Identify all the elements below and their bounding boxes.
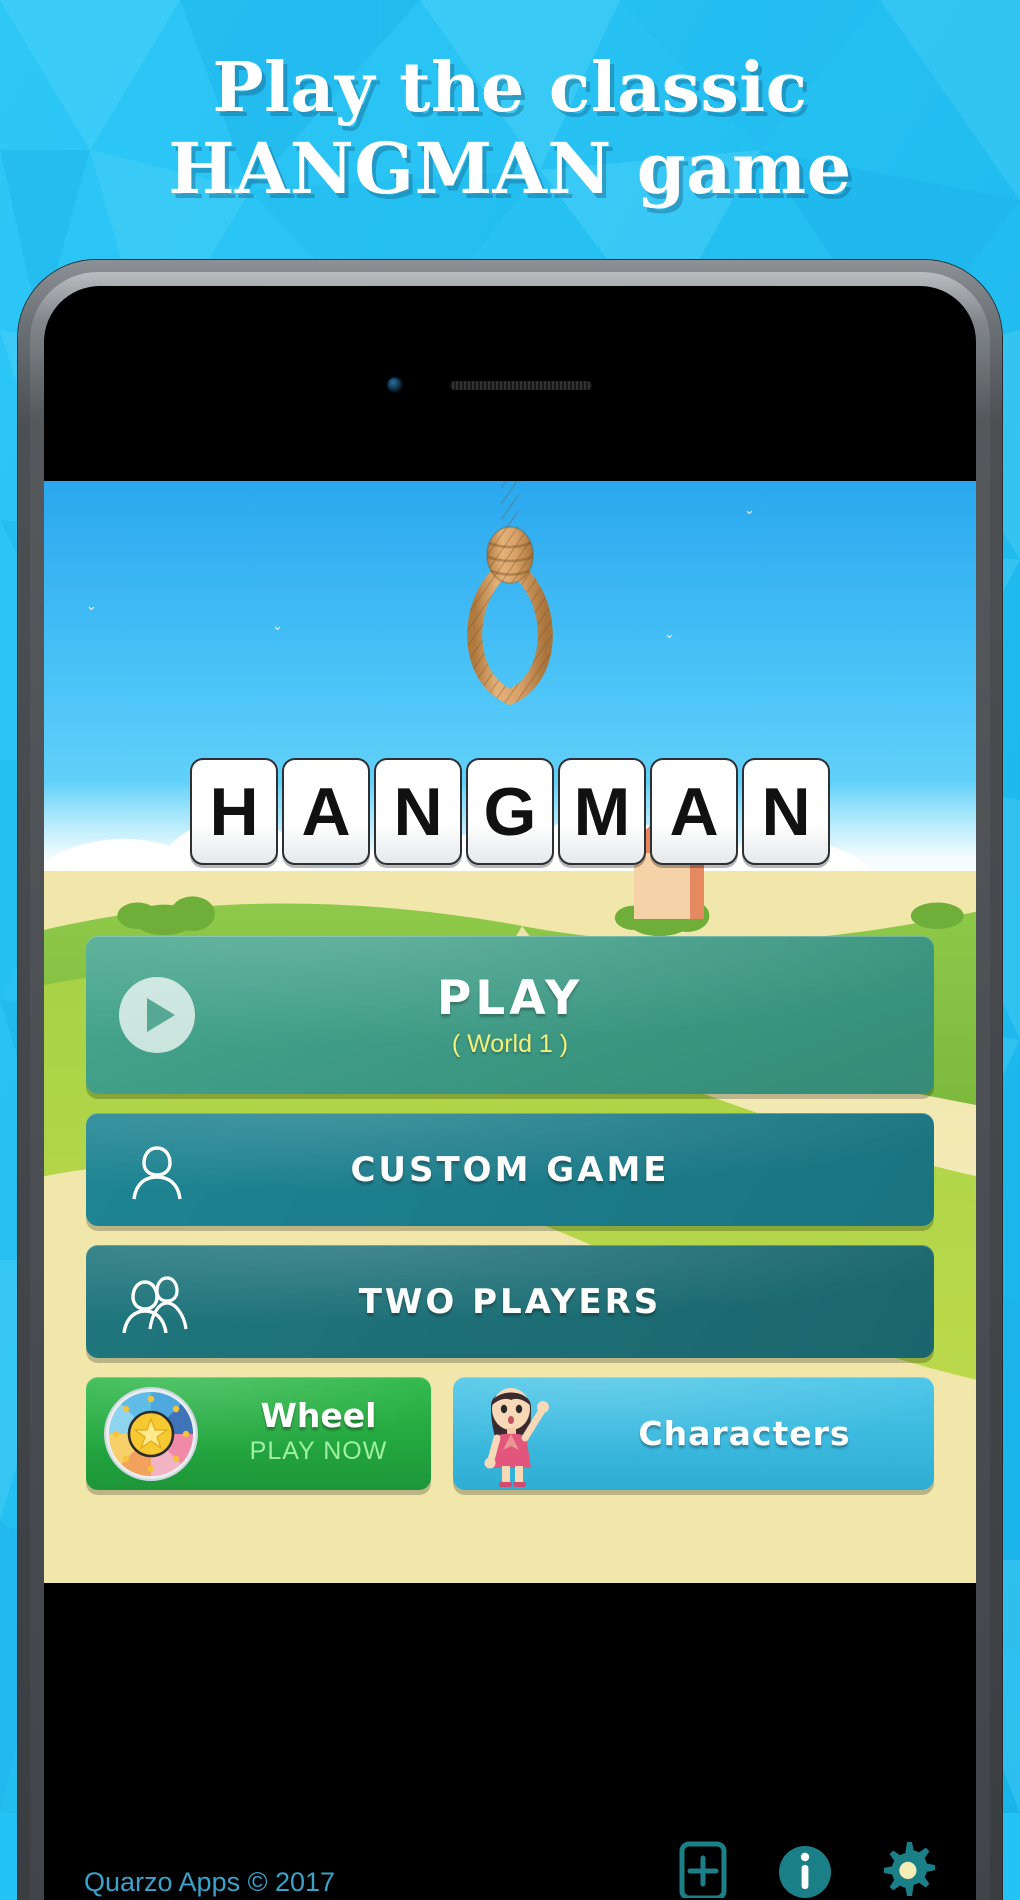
prize-wheel-icon [104, 1386, 198, 1481]
phone-mockup: ⌄ ⌄ ⌄ ⌄ ⌄ ⌄ H A N G M A N PLAY (World 1… [18, 260, 1002, 1900]
bird-icon: ⌄ [272, 618, 283, 633]
button-sheen [86, 936, 934, 1063]
two-players-label: TWO PLAYERS [358, 1281, 662, 1322]
letter-tile: N [742, 758, 830, 865]
bird-icon: ⌄ [86, 598, 97, 613]
single-person-icon [132, 1145, 182, 1199]
letter-tile: A [282, 758, 370, 865]
phone-screen: ⌄ ⌄ ⌄ ⌄ ⌄ ⌄ H A N G M A N PLAY (World 1… [44, 286, 976, 1900]
hangman-title-tiles: H A N G M A N [44, 758, 976, 865]
letter-tile: H [190, 758, 278, 865]
girl-character-icon [484, 1388, 549, 1487]
play-circle-icon [119, 977, 195, 1053]
two-people-icon [122, 1275, 188, 1333]
gear-icon[interactable] [878, 1840, 936, 1898]
wheel-button[interactable]: Wheel PLAY NOW [86, 1377, 431, 1490]
bird-icon: ⌄ [664, 626, 675, 641]
secondary-button-row: Wheel PLAY NOW Characters [86, 1377, 934, 1490]
wheel-sublabel: PLAY NOW [249, 1436, 388, 1465]
custom-game-button[interactable]: CUSTOM GAME [86, 1113, 934, 1226]
phone-bezel: ⌄ ⌄ ⌄ ⌄ ⌄ ⌄ H A N G M A N PLAY (World 1… [30, 272, 990, 1900]
copyright-text: Quarzo Apps © 2017 [84, 1867, 336, 1897]
letter-tile: M [558, 758, 646, 865]
characters-button[interactable]: Characters [453, 1377, 934, 1490]
two-players-button[interactable]: TWO PLAYERS [86, 1245, 934, 1358]
bird-icon: ⌄ [744, 502, 755, 517]
speaker-grille-icon [450, 381, 592, 390]
characters-label: Characters [638, 1414, 851, 1453]
letter-tile: N [374, 758, 462, 865]
custom-game-label: CUSTOM GAME [350, 1149, 670, 1190]
main-menu: PLAY ( World 1 ) CUSTOM GAME TWO PLAYERS… [44, 936, 976, 1490]
add-box-icon[interactable] [674, 1840, 732, 1898]
letter-tile: A [650, 758, 738, 865]
camera-icon [388, 378, 401, 391]
play-button-text: PLAY ( World 1 ) [86, 971, 934, 1059]
play-button-sublabel: ( World 1 ) [451, 1030, 569, 1058]
wheel-button-text: Wheel PLAY NOW [216, 1396, 421, 1466]
footer-icon-row [674, 1840, 936, 1900]
wheel-label: Wheel [260, 1395, 377, 1435]
noose-rope-icon [467, 481, 553, 706]
play-triangle-icon [146, 998, 175, 1032]
letter-tile: G [466, 758, 554, 865]
play-button-label: PLAY [436, 971, 584, 1026]
game-footer: Quarzo Apps © 2017 [44, 1830, 976, 1900]
play-button[interactable]: PLAY ( World 1 ) [86, 936, 934, 1094]
hangman-game-screen: ⌄ ⌄ ⌄ ⌄ ⌄ ⌄ H A N G M A N PLAY (World 1… [44, 481, 976, 1900]
info-icon[interactable] [776, 1840, 834, 1898]
